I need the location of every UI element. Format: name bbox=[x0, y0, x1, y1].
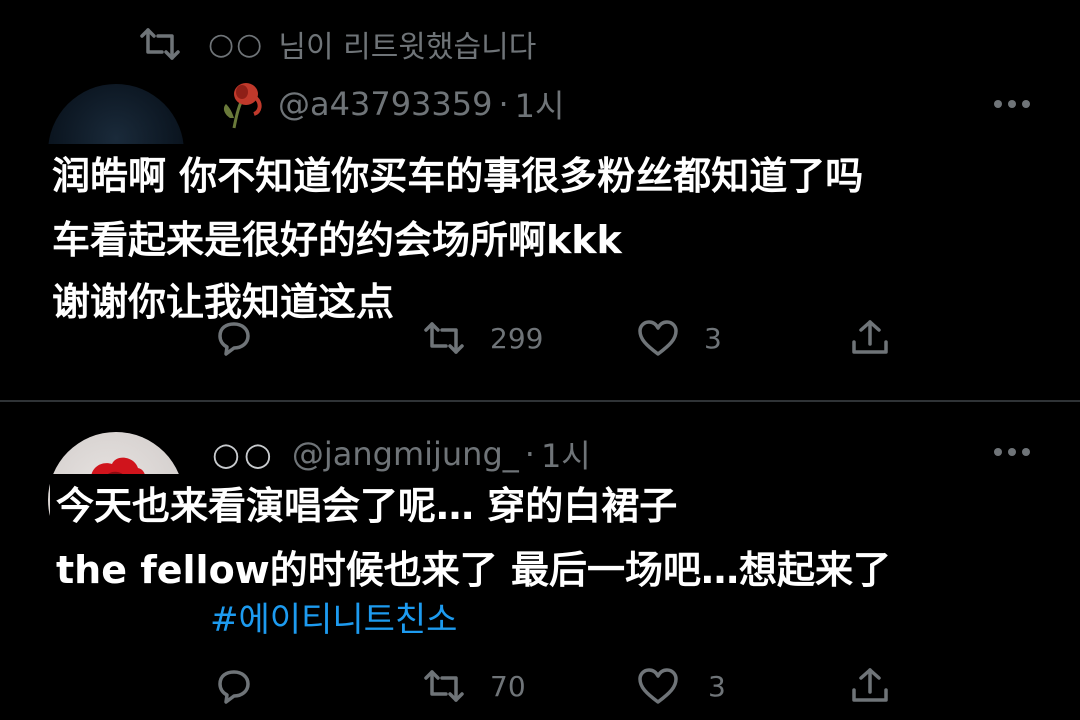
like-count: 3 bbox=[704, 321, 722, 355]
separator: · bbox=[524, 435, 535, 473]
subtitle-line: 今天也来看演唱会了呢… 穿的白裙子 bbox=[50, 474, 684, 538]
retweet-count: 299 bbox=[490, 321, 544, 355]
retweet-count: 70 bbox=[490, 669, 526, 703]
reply-button[interactable] bbox=[212, 666, 256, 706]
tweet-actions: 70 3 bbox=[212, 666, 912, 706]
retweet-icon bbox=[140, 28, 180, 60]
more-icon[interactable] bbox=[992, 446, 1032, 458]
reply-icon bbox=[218, 670, 250, 704]
timestamp[interactable]: 1시 bbox=[541, 431, 591, 477]
author-name[interactable]: ○○ bbox=[212, 435, 276, 473]
tweet[interactable]: @a43793359 · 1시 润皓啊 你不知道你买车的事很多粉丝都知道了吗 车… bbox=[0, 74, 1080, 400]
reply-icon bbox=[218, 322, 250, 356]
share-icon bbox=[852, 320, 888, 354]
author-handle[interactable]: @a43793359 bbox=[278, 85, 492, 123]
share-button[interactable] bbox=[848, 666, 892, 706]
like-icon bbox=[638, 320, 678, 356]
share-button[interactable] bbox=[848, 318, 892, 358]
like-icon bbox=[638, 668, 678, 704]
timestamp[interactable]: 1시 bbox=[515, 81, 565, 127]
subtitle-line: 润皓啊 你不知道你买车的事很多粉丝都知道了吗 bbox=[46, 144, 870, 208]
tweet-header: @a43793359 · 1시 bbox=[212, 78, 564, 130]
rose-icon bbox=[223, 83, 262, 129]
tweet[interactable]: ○○ @jangmijung_ · 1시 今天也来看演唱会了呢… 穿的白裙子 t… bbox=[0, 404, 1080, 720]
subtitle-line: 车看起来是很好的约会场所啊kkk bbox=[46, 208, 628, 272]
separator: · bbox=[498, 85, 509, 123]
share-icon bbox=[852, 668, 888, 702]
tweet-header: ○○ @jangmijung_ · 1시 bbox=[212, 428, 591, 480]
tweet-actions: 299 3 bbox=[212, 318, 912, 358]
divider bbox=[0, 400, 1080, 402]
retweet-icon bbox=[424, 670, 464, 702]
hashtag-link[interactable]: #에이티니트친소 bbox=[210, 592, 457, 641]
author-handle[interactable]: @jangmijung_ bbox=[292, 435, 519, 473]
reply-button[interactable] bbox=[212, 318, 256, 358]
retweet-button[interactable]: 299 bbox=[422, 318, 543, 358]
retweet-banner: ○○ 님이 리트윗했습니다 bbox=[138, 22, 536, 66]
retweeter-name[interactable]: ○○ bbox=[208, 27, 264, 62]
subtitle-line: the fellow的时候也来了 最后一场吧…想起来了 bbox=[50, 538, 898, 602]
retweet-icon bbox=[424, 322, 464, 354]
like-button[interactable]: 3 bbox=[636, 666, 726, 706]
more-icon[interactable] bbox=[992, 98, 1032, 110]
retweet-banner-text: 님이 리트윗했습니다 bbox=[278, 30, 537, 65]
like-count: 3 bbox=[708, 669, 726, 703]
like-button[interactable]: 3 bbox=[636, 318, 722, 358]
retweet-button[interactable]: 70 bbox=[422, 666, 526, 706]
